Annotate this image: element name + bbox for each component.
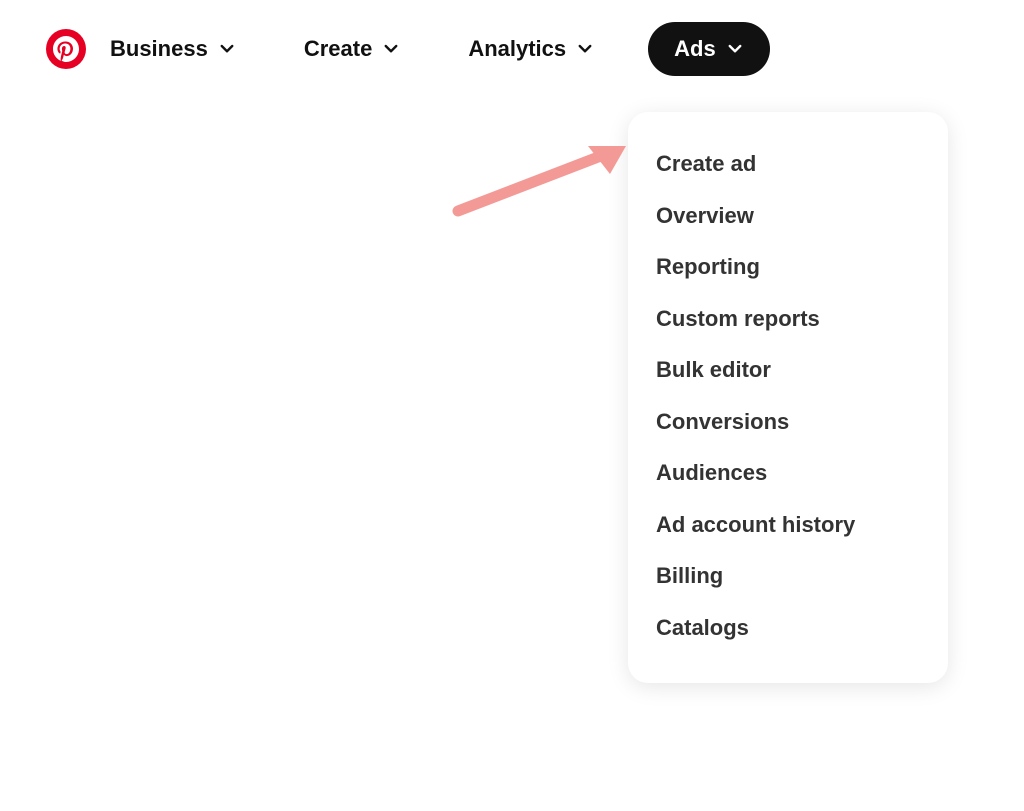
ads-menu-create-ad[interactable]: Create ad [656, 138, 920, 190]
nav-label: Analytics [468, 38, 566, 60]
ads-menu-overview[interactable]: Overview [656, 190, 920, 242]
chevron-down-icon [726, 40, 744, 58]
annotation-arrow-icon [448, 136, 638, 226]
ads-menu-conversions[interactable]: Conversions [656, 396, 920, 448]
ads-menu-bulk-editor[interactable]: Bulk editor [656, 344, 920, 396]
ads-menu-audiences[interactable]: Audiences [656, 447, 920, 499]
nav-item-business[interactable]: Business [100, 28, 250, 70]
pinterest-logo-icon[interactable] [46, 29, 86, 69]
chevron-down-icon [218, 40, 236, 58]
menu-label: Ad account history [656, 512, 855, 537]
ads-dropdown: Create ad Overview Reporting Custom repo… [628, 112, 948, 683]
ads-menu-catalogs[interactable]: Catalogs [656, 602, 920, 654]
menu-label: Create ad [656, 151, 756, 176]
menu-label: Bulk editor [656, 357, 771, 382]
menu-label: Catalogs [656, 615, 749, 640]
menu-label: Conversions [656, 409, 789, 434]
chevron-down-icon [382, 40, 400, 58]
menu-label: Overview [656, 203, 754, 228]
menu-label: Audiences [656, 460, 767, 485]
ads-menu-ad-account-history[interactable]: Ad account history [656, 499, 920, 551]
nav-item-analytics[interactable]: Analytics [454, 28, 608, 70]
chevron-down-icon [576, 40, 594, 58]
nav-label: Business [110, 38, 208, 60]
ads-menu-custom-reports[interactable]: Custom reports [656, 293, 920, 345]
ads-menu-reporting[interactable]: Reporting [656, 241, 920, 293]
nav-item-create[interactable]: Create [290, 28, 414, 70]
menu-label: Billing [656, 563, 723, 588]
top-nav: Business Create Analytics Ads [0, 0, 1024, 98]
nav-item-ads[interactable]: Ads [648, 22, 770, 76]
ads-menu-billing[interactable]: Billing [656, 550, 920, 602]
nav-label: Create [304, 38, 372, 60]
menu-label: Reporting [656, 254, 760, 279]
nav-label: Ads [674, 38, 716, 60]
menu-label: Custom reports [656, 306, 820, 331]
